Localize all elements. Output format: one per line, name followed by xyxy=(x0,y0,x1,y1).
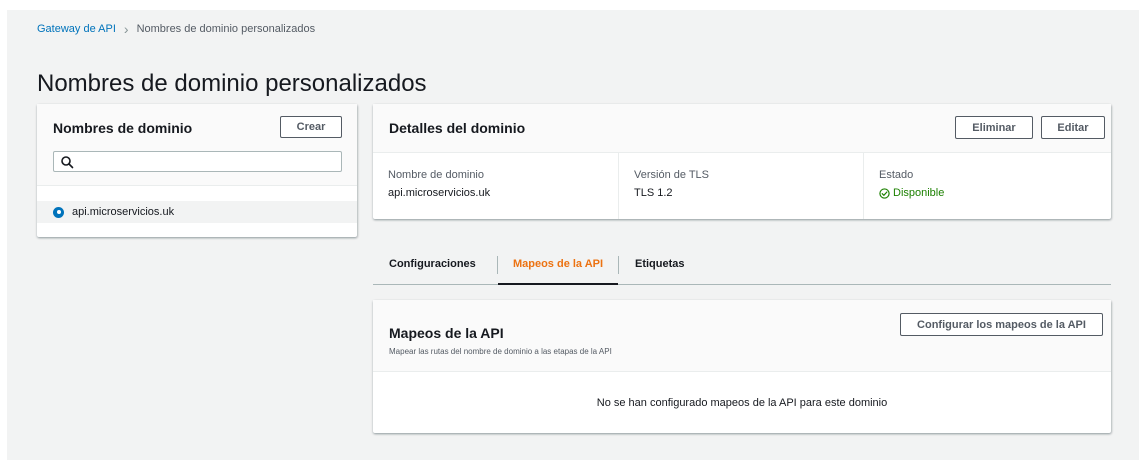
radio-selected-icon[interactable] xyxy=(53,206,64,218)
domain-list-header: Nombres de dominio Crear xyxy=(37,104,357,186)
configure-mappings-button[interactable]: Configurar los mapeos de la API xyxy=(900,313,1103,336)
page-title: Nombres de dominio personalizados xyxy=(37,70,427,97)
search-box[interactable] xyxy=(53,151,342,172)
domain-list-panel: Nombres de dominio Crear api.microservic… xyxy=(37,104,357,237)
tls-version-label: Versión de TLS xyxy=(634,169,710,181)
breadcrumb-link-api-gateway[interactable]: Gateway de API xyxy=(37,23,116,35)
domain-name-column: Nombre de dominio api.microservicios.uk xyxy=(373,153,618,219)
domain-list-title: Nombres de dominio xyxy=(53,120,193,136)
tab-divider xyxy=(618,256,619,274)
tab-bar: Configuraciones Mapeos de la API Etiquet… xyxy=(373,244,1111,285)
domain-list-item-label: api.microservicios.uk xyxy=(72,206,175,218)
tls-version-value: TLS 1.2 xyxy=(634,187,673,199)
status-value: Disponible xyxy=(893,187,945,199)
tab-tags[interactable]: Etiquetas xyxy=(635,244,685,284)
api-mappings-description: Mapear las rutas del nombre de dominio a… xyxy=(389,347,612,356)
create-button[interactable]: Crear xyxy=(280,116,342,138)
check-circle-icon xyxy=(879,187,890,199)
domain-details-title: Detalles del dominio xyxy=(389,120,526,136)
search-icon xyxy=(61,156,74,169)
api-mappings-panel: Mapeos de la API Mapear las rutas del no… xyxy=(373,300,1111,433)
domain-name-label: Nombre de dominio xyxy=(388,169,484,181)
tab-configurations[interactable]: Configuraciones xyxy=(389,244,476,284)
domain-list-item[interactable]: api.microservicios.uk xyxy=(37,201,357,223)
tls-version-column: Versión de TLS TLS 1.2 xyxy=(618,153,863,219)
domain-details-panel: Detalles del dominio Eliminar Editar Nom… xyxy=(373,104,1111,219)
breadcrumb: Gateway de API › Nombres de dominio pers… xyxy=(37,21,315,37)
empty-state-message: No se han configurado mapeos de la API p… xyxy=(596,396,888,409)
edit-button[interactable]: Editar xyxy=(1041,116,1105,139)
status-column: Estado Disponible xyxy=(863,153,1111,219)
tab-api-mappings[interactable]: Mapeos de la API xyxy=(498,244,618,285)
domain-details-header: Detalles del dominio Eliminar Editar xyxy=(373,104,1111,153)
search-input[interactable] xyxy=(78,153,336,170)
chevron-right-icon: › xyxy=(123,21,129,37)
api-mappings-header: Mapeos de la API Mapear las rutas del no… xyxy=(373,300,1111,372)
status-label: Estado xyxy=(879,169,914,181)
status-badge: Disponible xyxy=(879,187,1111,199)
api-mappings-title: Mapeos de la API xyxy=(389,325,504,341)
page-background: Gateway de API › Nombres de dominio pers… xyxy=(7,10,1139,460)
breadcrumb-current: Nombres de dominio personalizados xyxy=(136,23,316,35)
delete-button[interactable]: Eliminar xyxy=(955,116,1033,139)
domain-name-value: api.microservicios.uk xyxy=(388,187,491,199)
